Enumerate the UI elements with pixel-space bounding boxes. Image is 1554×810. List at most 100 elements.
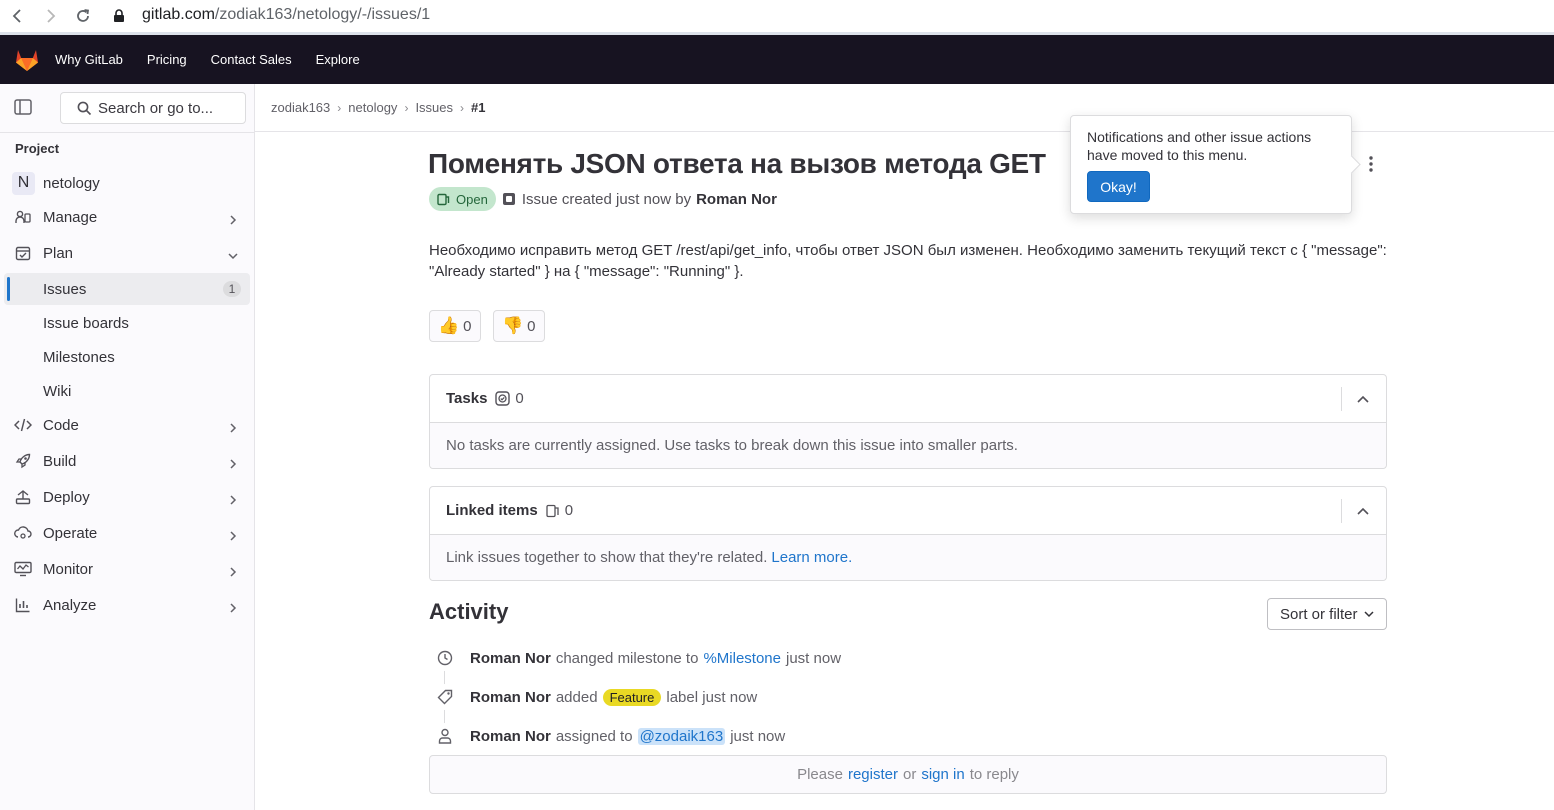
- activity-note: Roman Nor assigned to @zodaik163 just no…: [432, 723, 785, 749]
- sidebar-item-operate[interactable]: Operate: [4, 517, 250, 549]
- planning-icon: [14, 244, 32, 262]
- sidebar-item-plan[interactable]: Plan: [4, 237, 250, 269]
- issue-actions-kebab-icon[interactable]: [1360, 153, 1382, 175]
- nav-why-gitlab[interactable]: Why GitLab: [55, 52, 123, 67]
- monitor-icon: [14, 560, 32, 578]
- note-suffix: label just now: [666, 688, 758, 706]
- nav-explore[interactable]: Explore: [316, 52, 360, 67]
- note-time: just now: [786, 649, 842, 667]
- chevron-right-icon: [228, 492, 238, 505]
- thumbs-up-count: 0: [463, 317, 472, 335]
- url-path: /zodiak163/netology/-/issues/1: [214, 6, 431, 23]
- project-avatar: N: [12, 171, 35, 195]
- chevron-right-icon: ›: [404, 100, 409, 115]
- sidebar-item-label: Milestones: [43, 348, 115, 366]
- learn-more-link[interactable]: Learn more.: [771, 549, 852, 566]
- breadcrumb: zodiak163 › netology › Issues › #1: [271, 100, 485, 115]
- status-badge: Open: [429, 187, 496, 211]
- sidebar-item-manage[interactable]: Manage: [4, 201, 250, 233]
- popover-text: Notifications and other issue actions ha…: [1087, 129, 1312, 163]
- chevron-right-icon: ›: [337, 100, 342, 115]
- sidebar-item-issue-boards[interactable]: Issue boards: [4, 307, 250, 339]
- register-link[interactable]: register: [848, 766, 898, 783]
- linked-items-header: Linked items 0: [430, 487, 1386, 535]
- sidebar-item-monitor[interactable]: Monitor: [4, 553, 250, 585]
- clock-icon: [432, 645, 458, 671]
- sidebar-toggle-icon[interactable]: [14, 99, 32, 115]
- browser-toolbar: gitlab.com/zodiak163/netology/-/issues/1: [0, 0, 1554, 32]
- milestone-link[interactable]: %Milestone: [703, 650, 781, 667]
- sidebar-item-label: Operate: [43, 524, 98, 542]
- breadcrumb-bar: zodiak163 › netology › Issues › #1: [255, 84, 1554, 132]
- breadcrumb-issues[interactable]: Issues: [415, 100, 453, 115]
- cloud-gear-icon: [14, 524, 32, 542]
- nav-pricing[interactable]: Pricing: [147, 52, 187, 67]
- users-icon: [14, 208, 32, 226]
- breadcrumb-user[interactable]: zodiak163: [271, 100, 330, 115]
- feature-label-badge[interactable]: Feature: [602, 688, 662, 706]
- thumbs-down-count: 0: [527, 317, 536, 335]
- user-mention[interactable]: @zodaik163: [637, 727, 726, 745]
- back-icon[interactable]: [6, 5, 28, 27]
- label-icon: [432, 684, 458, 710]
- site-info-icon[interactable]: [108, 5, 130, 27]
- thumbs-up-button[interactable]: 👍 0: [429, 310, 481, 342]
- sidebar-item-analyze[interactable]: Analyze: [4, 589, 250, 621]
- chevron-right-icon: ›: [460, 100, 465, 115]
- search-button[interactable]: Search or go to...: [60, 92, 246, 124]
- note-author[interactable]: Roman Nor: [470, 650, 551, 667]
- nav-contact-sales[interactable]: Contact Sales: [211, 52, 292, 67]
- search-label: Search or go to...: [98, 99, 214, 117]
- thumbs-up-icon: 👍: [438, 316, 460, 335]
- reply-to-reply: to reply: [969, 766, 1019, 783]
- sidebar-item-label: Monitor: [43, 560, 94, 578]
- tasks-title: Tasks: [446, 390, 488, 407]
- note-author[interactable]: Roman Nor: [470, 689, 551, 706]
- chevron-right-icon: [228, 528, 238, 541]
- sidebar-item-label: Deploy: [43, 488, 90, 506]
- url-host: gitlab.com: [142, 6, 215, 23]
- sidebar-item-label: netology: [43, 174, 100, 192]
- issue-author[interactable]: Roman Nor: [696, 191, 777, 208]
- chart-icon: [14, 596, 32, 614]
- sidebar-item-project[interactable]: N netology: [4, 167, 250, 199]
- breadcrumb-current[interactable]: #1: [471, 100, 485, 115]
- thumbs-down-button[interactable]: 👎 0: [493, 310, 545, 342]
- note-action: assigned to: [555, 727, 633, 745]
- chevron-up-icon[interactable]: [1356, 392, 1370, 406]
- gitlab-logo-icon[interactable]: [13, 46, 41, 74]
- note-action: added: [555, 688, 598, 706]
- sidebar-item-issues[interactable]: Issues 1: [4, 273, 250, 305]
- sidebar-item-deploy[interactable]: Deploy: [4, 481, 250, 513]
- sort-filter-label: Sort or filter: [1280, 605, 1358, 623]
- chevron-right-icon: [228, 456, 238, 469]
- issues-count-badge: 1: [223, 281, 241, 297]
- forward-icon[interactable]: [40, 5, 62, 27]
- sidebar-item-build[interactable]: Build: [4, 445, 250, 477]
- code-icon: [14, 416, 32, 434]
- sidebar-item-wiki[interactable]: Wiki: [4, 375, 250, 407]
- sidebar-item-label: Wiki: [43, 382, 72, 400]
- sidebar-item-code[interactable]: Code: [4, 409, 250, 441]
- reply-please: Please: [797, 766, 843, 783]
- tasks-empty-text: No tasks are currently assigned. Use tas…: [430, 423, 1386, 468]
- sort-filter-dropdown[interactable]: Sort or filter: [1267, 598, 1387, 630]
- sidebar-item-label: Manage: [43, 208, 98, 226]
- sign-in-link[interactable]: sign in: [921, 766, 964, 783]
- issue-description: Необходимо исправить метод GET /rest/api…: [429, 242, 1387, 280]
- chevron-right-icon: [228, 600, 238, 613]
- search-icon: [77, 101, 92, 115]
- sidebar-item-label: Analyze: [43, 596, 97, 614]
- note-author[interactable]: Roman Nor: [470, 728, 551, 745]
- okay-button[interactable]: Okay!: [1087, 171, 1150, 202]
- linked-items-empty-text: Link issues together to show that they'r…: [446, 549, 768, 566]
- sidebar-item-label: Build: [43, 452, 77, 470]
- header-divider: [1341, 387, 1342, 411]
- sidebar-item-milestones[interactable]: Milestones: [4, 341, 250, 373]
- breadcrumb-project[interactable]: netology: [348, 100, 397, 115]
- sidebar-item-label: Issues: [43, 280, 87, 298]
- tasks-card: Tasks 0 No tasks are currently assigned.…: [429, 374, 1387, 469]
- chevron-up-icon[interactable]: [1356, 504, 1370, 518]
- reload-icon[interactable]: [72, 5, 94, 27]
- address-bar[interactable]: gitlab.com/zodiak163/netology/-/issues/1: [142, 4, 430, 26]
